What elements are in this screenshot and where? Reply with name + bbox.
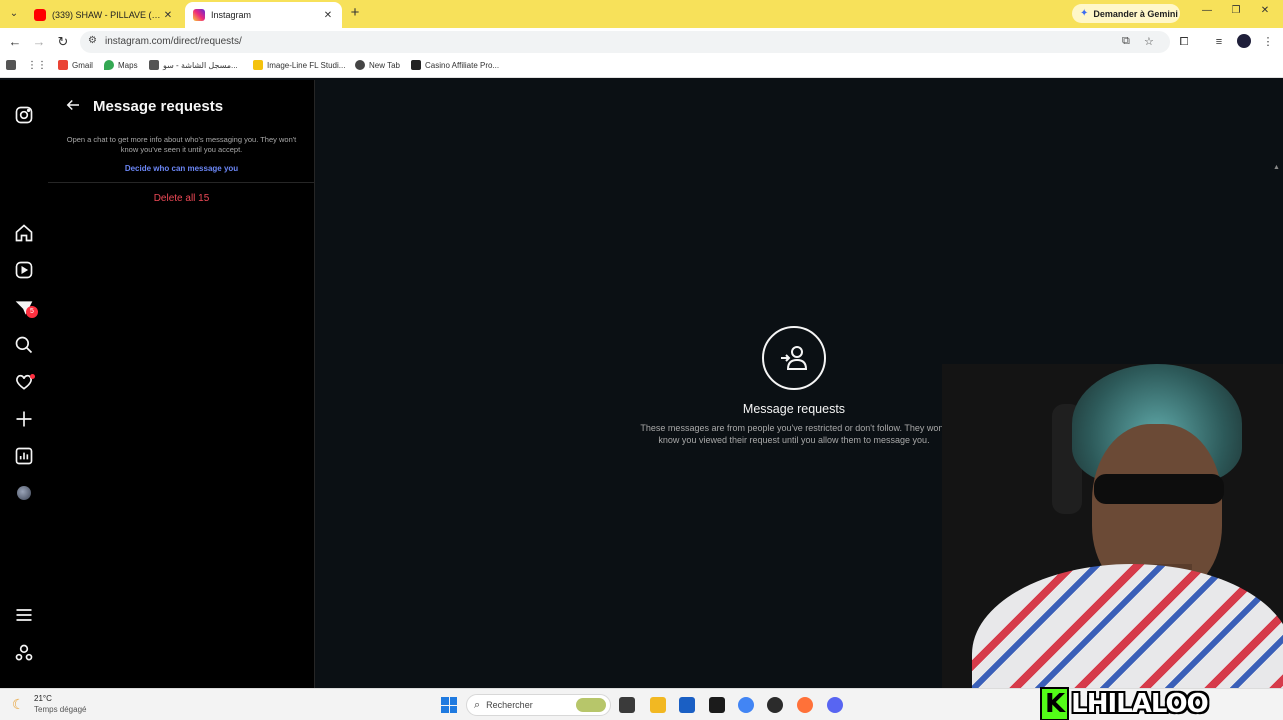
weather-description[interactable]: Temps dégagé [34, 705, 86, 714]
threads-icon[interactable] [14, 643, 34, 663]
fl-studio-icon [253, 60, 263, 70]
sunglasses [1094, 474, 1224, 504]
page-title: Message requests [93, 98, 224, 115]
forward-icon[interactable]: → [31, 34, 47, 50]
taskbar-search-label: Rechercher [486, 700, 533, 710]
tab-label: Instagram [211, 10, 252, 20]
tab-label: (339) SHAW - PILLAVE ( Official [52, 10, 162, 20]
activity-dot [30, 374, 35, 379]
moon-weather-icon[interactable]: ☾ [12, 696, 25, 713]
weather-temperature[interactable]: 21°C [34, 694, 52, 703]
close-icon[interactable]: ✕ [162, 10, 174, 21]
recorder-icon [149, 60, 159, 70]
scroll-up-icon[interactable]: ▲ [1273, 164, 1280, 171]
instagram-icon [193, 9, 205, 21]
gemini-button[interactable]: ✦ Demander à Gemini [1072, 4, 1180, 23]
task-view-icon[interactable] [619, 697, 635, 713]
kick-logo-icon: K [1040, 687, 1070, 720]
taskbar-search[interactable]: ⌕ Rechercher [466, 694, 611, 716]
delete-all-button[interactable]: Delete all 15 [48, 193, 315, 204]
bookmark-maps[interactable]: Maps [104, 60, 138, 70]
search-icon[interactable] [14, 335, 34, 355]
tab-search-icon[interactable]: ⌄ [6, 6, 22, 22]
reload-icon[interactable]: ↻ [55, 34, 71, 50]
message-requests-icon [762, 326, 826, 390]
new-tab-button[interactable]: + [347, 5, 363, 21]
instagram-logo-icon[interactable] [14, 105, 34, 125]
browser-toolbar: ← → ↻ ⚙ instagram.com/direct/requests/ ⧉… [0, 28, 1283, 56]
install-app-icon[interactable]: ⧉ [1122, 35, 1130, 48]
more-menu-icon[interactable]: ⋮ [1261, 35, 1275, 49]
file-explorer-icon[interactable] [650, 697, 666, 713]
maps-icon [104, 60, 114, 70]
store-icon[interactable] [679, 697, 695, 713]
streamer-name: LHILALOO [1071, 689, 1209, 719]
decide-who-can-message-link[interactable]: Decide who can message you [48, 164, 315, 173]
tab-instagram[interactable]: Instagram ✕ [185, 2, 342, 28]
bookmark-label: Gmail [72, 60, 93, 70]
bookmark-fl-studio[interactable]: Image-Line FL Studi... [253, 60, 345, 70]
extensions-icon[interactable]: ⧠ [1177, 35, 1191, 49]
bookmark-label: مسجل الشاشة - سو... [163, 60, 238, 70]
nav-rail: 5 [0, 80, 48, 688]
media-controls-icon[interactable]: ≡ [1212, 35, 1226, 49]
chrome-taskbar-icon[interactable] [738, 697, 754, 713]
bookmark-label: New Tab [369, 60, 400, 70]
restore-icon[interactable]: ❐ [1228, 5, 1244, 16]
empty-state-description: These messages are from people you've re… [640, 423, 948, 445]
streamer-name-overlay: K LHILALOO [1040, 687, 1209, 720]
tab-youtube[interactable]: (339) SHAW - PILLAVE ( Official ✕ [26, 2, 182, 28]
message-requests-panel: Message requests Open a chat to get more… [48, 80, 315, 688]
url-text: instagram.com/direct/requests/ [105, 36, 242, 47]
bookmark-screen-recorder[interactable]: مسجل الشاشة - سو... [149, 60, 238, 70]
minimize-icon[interactable]: — [1199, 5, 1215, 16]
firefox-icon[interactable] [797, 697, 813, 713]
bookmark-star-icon[interactable]: ☆ [1144, 35, 1154, 48]
obs-icon[interactable] [767, 697, 783, 713]
reels-icon[interactable] [14, 260, 34, 280]
casino-icon [411, 60, 421, 70]
requests-description: Open a chat to get more info about who's… [66, 135, 297, 154]
bookmark-gmail[interactable]: Gmail [58, 60, 93, 70]
bookmarks-bar: ⋮⋮ Gmail Maps مسجل الشاشة - سو... Image-… [0, 56, 1283, 78]
window-close-icon[interactable]: ✕ [1257, 5, 1273, 16]
gemini-star-icon: ✦ [1080, 8, 1089, 19]
bookmark-new-tab[interactable]: New Tab [355, 60, 400, 70]
fl-studio-taskbar-icon[interactable] [709, 697, 725, 713]
close-icon[interactable]: ✕ [322, 10, 334, 21]
gmail-icon [58, 60, 68, 70]
home-icon[interactable] [14, 223, 34, 243]
create-icon[interactable] [14, 409, 34, 429]
discord-icon[interactable] [827, 697, 843, 713]
apps-grid-icon[interactable]: ⋮⋮ [27, 60, 47, 71]
profile-avatar[interactable] [17, 486, 31, 500]
profile-avatar[interactable] [1237, 34, 1251, 48]
sidebar-toggle-icon[interactable] [6, 60, 16, 70]
dashboard-icon[interactable] [14, 446, 34, 466]
start-button[interactable] [441, 697, 457, 713]
site-info-icon[interactable]: ⚙ [88, 35, 97, 46]
bookmark-casino-affiliate[interactable]: Casino Affiliate Pro... [411, 60, 499, 70]
divider [48, 182, 315, 183]
notification-badge: 5 [26, 306, 38, 318]
bookmark-label: Casino Affiliate Pro... [425, 60, 500, 70]
address-bar[interactable]: ⚙ instagram.com/direct/requests/ ⧉ ☆ [80, 31, 1170, 53]
back-icon[interactable]: ← [7, 34, 23, 50]
menu-icon[interactable] [14, 605, 34, 625]
webcam-overlay [942, 364, 1283, 720]
gemini-label: Demander à Gemini [1093, 8, 1178, 19]
youtube-icon [34, 9, 46, 21]
search-icon: ⌕ [474, 698, 481, 711]
browser-tab-bar: ⌄ (339) SHAW - PILLAVE ( Official ✕ Inst… [0, 0, 1283, 28]
bookmark-label: Image-Line FL Studi... [267, 60, 346, 70]
search-highlight-image [576, 698, 606, 712]
back-arrow-icon[interactable] [64, 96, 82, 114]
chrome-icon [355, 60, 365, 70]
bookmark-label: Maps [118, 60, 138, 70]
